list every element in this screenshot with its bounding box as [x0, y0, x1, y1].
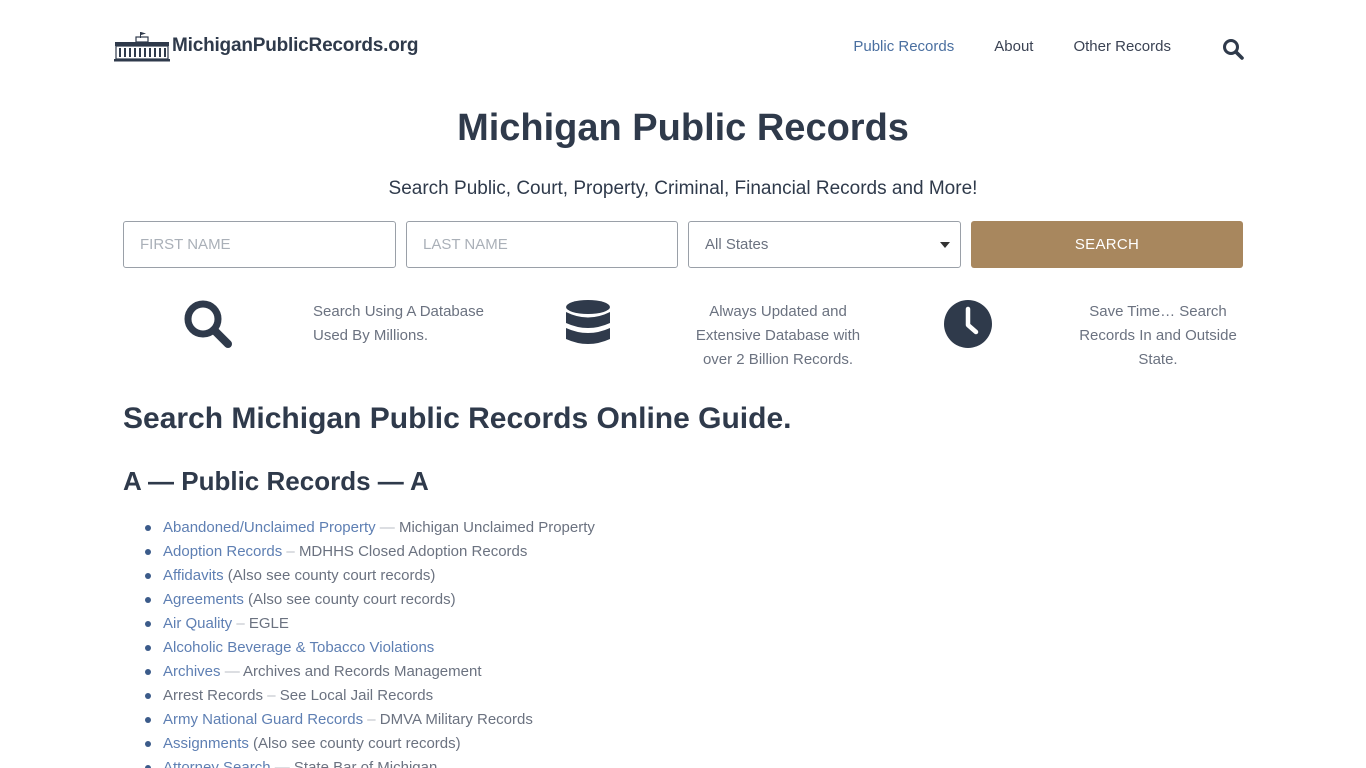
record-link[interactable]: Army National Guard Records	[163, 711, 363, 728]
people-search-form: All States SEARCH	[123, 221, 1243, 268]
caret-down-icon	[940, 242, 950, 248]
state-select-value: All States	[705, 236, 769, 253]
nav-other-records[interactable]: Other Records	[1073, 38, 1171, 55]
feature-text-updated: Always Updated and Extensive Database wi…	[695, 303, 861, 368]
site-header: MichiganPublicRecords.org Public Records…	[0, 0, 1366, 100]
record-link[interactable]: Abandoned/Unclaimed Property	[163, 519, 376, 536]
list-item: Attorney Search — State Bar of Michigan	[145, 756, 595, 768]
record-desc: Archives and Records Management	[243, 663, 482, 680]
nav-about[interactable]: About	[994, 38, 1033, 55]
capitol-building-icon	[114, 32, 170, 62]
magnifier-icon	[184, 300, 232, 348]
nav-public-records[interactable]: Public Records	[853, 38, 954, 55]
record-desc: (Also see county court records)	[248, 591, 456, 608]
page-subtitle: Search Public, Court, Property, Criminal…	[388, 178, 978, 199]
list-item: Archives — Archives and Records Manageme…	[145, 660, 595, 684]
record-link[interactable]: Alcoholic Beverage & Tobacco Violations	[163, 639, 434, 656]
record-link[interactable]: Air Quality	[163, 615, 232, 632]
record-link[interactable]: Arrest Records	[163, 687, 263, 704]
feature-text-save-time: Save Time… Search Records In and Outside…	[1079, 303, 1237, 368]
list-item: Affidavits (Also see county court record…	[145, 564, 595, 588]
record-desc: MDHHS Closed Adoption Records	[298, 543, 528, 560]
database-icon	[566, 300, 610, 344]
list-item: Air Quality – EGLE	[145, 612, 595, 636]
last-name-input[interactable]	[406, 221, 678, 268]
page-title: Michigan Public Records	[457, 107, 909, 149]
record-link[interactable]: Assignments	[163, 735, 249, 752]
section-title: A — Public Records — A	[123, 466, 429, 496]
record-desc: Michigan Unclaimed Property	[398, 519, 595, 536]
record-link[interactable]: Agreements	[163, 591, 244, 608]
record-desc: State Bar of Michigan	[293, 759, 438, 768]
search-button[interactable]: SEARCH	[971, 221, 1243, 268]
record-desc: DMVA Military Records	[379, 711, 533, 728]
feature-text-database: Search Using A Database Used By Millions…	[313, 303, 484, 344]
first-name-input[interactable]	[123, 221, 396, 268]
clock-icon	[944, 300, 992, 348]
record-desc: (Also see county court records)	[227, 567, 436, 584]
record-link[interactable]: Archives	[163, 663, 221, 680]
search-icon[interactable]	[1222, 38, 1244, 60]
record-desc: See Local Jail Records	[279, 687, 434, 704]
record-link[interactable]: Attorney Search	[163, 759, 271, 768]
list-item: Agreements (Also see county court record…	[145, 588, 595, 612]
list-item: Abandoned/Unclaimed Property — Michigan …	[145, 516, 595, 540]
site-name: MichiganPublicRecords.org	[172, 35, 419, 56]
record-link[interactable]: Adoption Records	[163, 543, 282, 560]
list-item: Army National Guard Records – DMVA Milit…	[145, 708, 595, 732]
list-item: Alcoholic Beverage & Tobacco Violations	[145, 636, 595, 660]
list-item: Arrest Records – See Local Jail Records	[145, 684, 595, 708]
site-logo[interactable]: MichiganPublicRecords.org	[114, 30, 418, 62]
record-desc: EGLE	[248, 615, 289, 632]
record-link[interactable]: Affidavits	[163, 567, 224, 584]
list-item: Adoption Records – MDHHS Closed Adoption…	[145, 540, 595, 564]
state-select[interactable]: All States	[688, 221, 961, 268]
records-list: Abandoned/Unclaimed Property — Michigan …	[145, 516, 595, 768]
record-desc: (Also see county court records)	[253, 735, 461, 752]
list-item: Assignments (Also see county court recor…	[145, 732, 595, 756]
main-nav: Public Records About Other Records	[853, 38, 1171, 55]
guide-title: Search Michigan Public Records Online Gu…	[123, 402, 792, 435]
